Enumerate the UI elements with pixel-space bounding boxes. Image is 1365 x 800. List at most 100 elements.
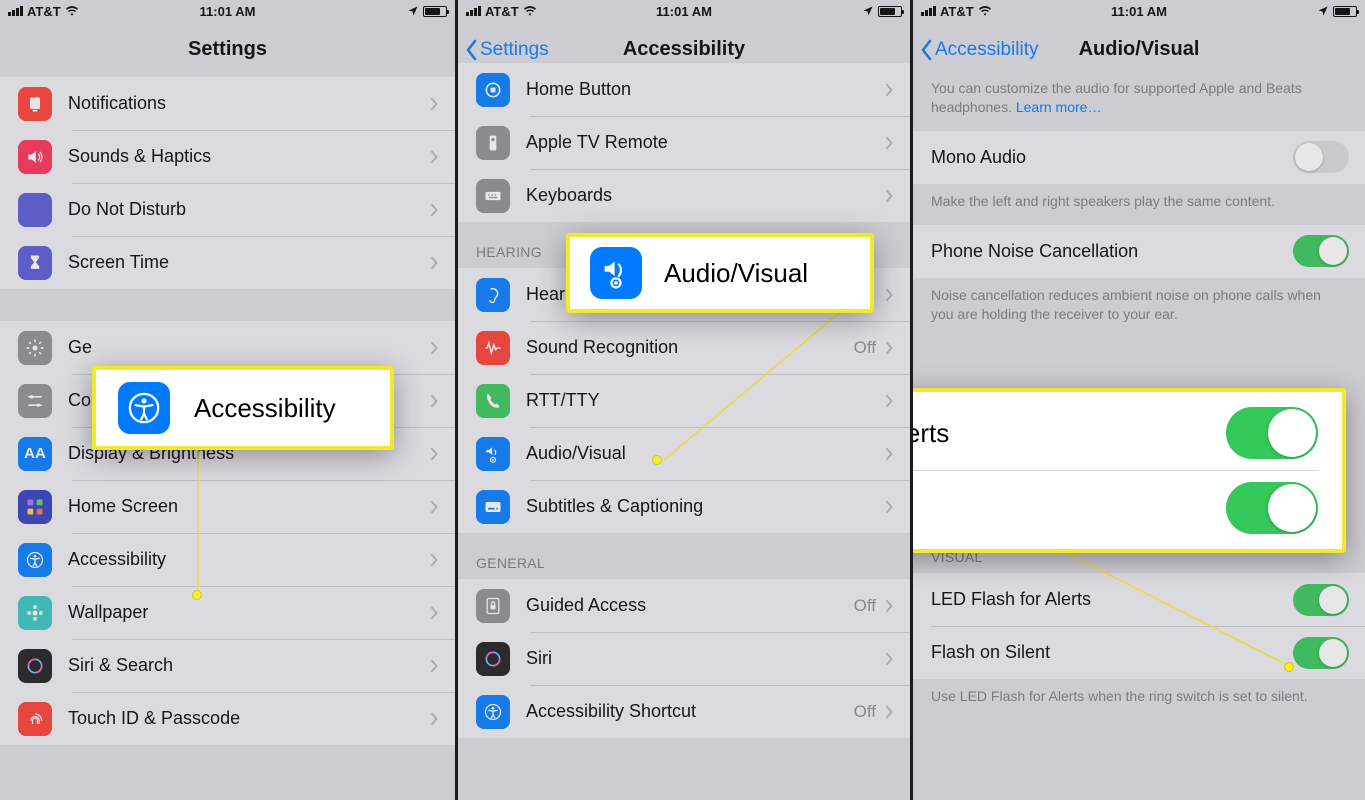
settings-row-wallpaper[interactable]: Wallpaper	[0, 586, 455, 639]
back-label: Settings	[480, 39, 549, 61]
settings-row-apple-tv-remote[interactable]: Apple TV Remote	[458, 116, 910, 169]
row-label: Ge	[68, 337, 429, 358]
row-label: Wallpaper	[68, 602, 429, 623]
keyboard-icon	[476, 179, 510, 213]
toggle-phone-noise-cancellation[interactable]	[1293, 235, 1349, 267]
row-label: Home Screen	[68, 496, 429, 517]
callout-row-label: Flash on Silent	[910, 493, 1226, 524]
nav-bar: Accessibility Audio/Visual	[913, 22, 1365, 77]
settings-row-led-flash-for-alerts: LED Flash for Alerts	[913, 573, 1365, 626]
access-icon	[476, 695, 510, 729]
back-button[interactable]: Settings	[464, 39, 549, 61]
page-title: Accessibility	[623, 38, 745, 61]
visual-note: Use LED Flash for Alerts when the ring s…	[913, 679, 1365, 720]
row-label: Home Button	[526, 79, 884, 100]
callout-audio-visual: Audio/Visual	[566, 233, 874, 313]
settings-row-notifications[interactable]: Notifications	[0, 77, 455, 130]
finger-icon	[18, 702, 52, 736]
row-label: Subtitles & Captioning	[526, 496, 884, 517]
settings-row-siri-search[interactable]: Siri & Search	[0, 639, 455, 692]
settings-row-siri[interactable]: Siri	[458, 632, 910, 685]
settings-row-guided-access[interactable]: Guided AccessOff	[458, 579, 910, 632]
noise-note: Noise cancellation reduces ambient noise…	[913, 278, 1365, 338]
settings-row-rtt-tty[interactable]: RTT/TTY	[458, 374, 910, 427]
settings-row-phone-noise-cancellation: Phone Noise Cancellation	[913, 225, 1365, 278]
accessibility-icon	[118, 382, 170, 434]
settings-row-home-screen[interactable]: Home Screen	[0, 480, 455, 533]
toggle-flash-on-silent[interactable]	[1293, 637, 1349, 669]
row-label: LED Flash for Alerts	[931, 589, 1293, 610]
grid-icon	[18, 490, 52, 524]
row-detail: Off	[854, 702, 876, 722]
row-label: Flash on Silent	[931, 642, 1293, 663]
bell-icon	[18, 87, 52, 121]
row-label: Siri	[526, 648, 884, 669]
row-label: Sounds & Haptics	[68, 146, 429, 167]
settings-row-audio-visual[interactable]: Audio/Visual	[458, 427, 910, 480]
lock-icon	[476, 589, 510, 623]
row-label: Accessibility Shortcut	[526, 701, 854, 722]
row-label: Phone Noise Cancellation	[931, 241, 1293, 262]
screen-audio-visual: AT&T 11:01 AM Accessibility Audio/Visual…	[910, 0, 1365, 800]
settings-row-sounds-haptics[interactable]: Sounds & Haptics	[0, 130, 455, 183]
toggle-led-flash-for-alerts[interactable]	[1293, 584, 1349, 616]
callout-label: Accessibility	[194, 393, 336, 424]
cc-icon	[476, 490, 510, 524]
status-bar: AT&T 11:01 AM	[913, 0, 1365, 22]
hourglass-icon	[18, 246, 52, 280]
settings-row-sound-recognition[interactable]: Sound RecognitionOff	[458, 321, 910, 374]
siri-icon	[18, 649, 52, 683]
clock: 11:01 AM	[0, 4, 455, 19]
screen-settings: AT&T 11:01 AM Settings Notifications Sou…	[0, 0, 455, 800]
row-label: Screen Time	[68, 252, 429, 273]
settings-row-home-button[interactable]: Home Button	[458, 63, 910, 116]
battery-icon	[878, 6, 902, 17]
section-header-general: GENERAL	[458, 533, 910, 579]
settings-row-keyboards[interactable]: Keyboards	[458, 169, 910, 222]
settings-row-accessibility[interactable]: Accessibility	[0, 533, 455, 586]
settings-row-do-not-disturb[interactable]: Do Not Disturb	[0, 183, 455, 236]
learn-more-link[interactable]: Learn more…	[1016, 99, 1102, 115]
status-bar: AT&T 11:01 AM	[458, 0, 910, 22]
page-title: Settings	[188, 38, 267, 61]
ear-icon	[476, 278, 510, 312]
settings-row-touch-id-passcode[interactable]: Touch ID & Passcode	[0, 692, 455, 745]
flash-silent-toggle[interactable]	[1226, 482, 1318, 534]
moon-icon	[18, 193, 52, 227]
gear-icon	[18, 331, 52, 365]
back-label: Accessibility	[935, 39, 1038, 61]
home-icon	[476, 73, 510, 107]
nav-bar: Settings	[0, 22, 455, 77]
callout-led-flash: LED Flash for Alerts Flash on Silent	[910, 388, 1346, 553]
wave-icon	[476, 331, 510, 365]
row-label: Siri & Search	[68, 655, 429, 676]
remote-icon	[476, 126, 510, 160]
row-label: Notifications	[68, 93, 429, 114]
siri-icon	[476, 642, 510, 676]
flower-icon	[18, 596, 52, 630]
settings-row-screen-time[interactable]: Screen Time	[0, 236, 455, 289]
sliders-icon	[18, 384, 52, 418]
back-button[interactable]: Accessibility	[919, 39, 1038, 61]
led-flash-toggle[interactable]	[1226, 407, 1318, 459]
row-label: Mono Audio	[931, 147, 1293, 168]
row-label: Guided Access	[526, 595, 854, 616]
battery-icon	[1333, 6, 1357, 17]
phone-icon	[476, 384, 510, 418]
audio-visual-icon	[590, 247, 642, 299]
row-label: Do Not Disturb	[68, 199, 429, 220]
callout-accessibility: Accessibility	[92, 366, 394, 450]
speaker-icon	[18, 140, 52, 174]
page-title: Audio/Visual	[1079, 38, 1200, 61]
row-detail: Off	[854, 596, 876, 616]
mono-note: Make the left and right speakers play th…	[913, 184, 1365, 225]
row-label: Keyboards	[526, 185, 884, 206]
status-bar: AT&T 11:01 AM	[0, 0, 455, 22]
toggle-mono-audio[interactable]	[1293, 141, 1349, 173]
settings-row-mono-audio: Mono Audio	[913, 131, 1365, 184]
callout-label: Audio/Visual	[664, 258, 808, 289]
row-label: Sound Recognition	[526, 337, 854, 358]
settings-row-accessibility-shortcut[interactable]: Accessibility ShortcutOff	[458, 685, 910, 738]
settings-row-subtitles-captioning[interactable]: Subtitles & Captioning	[458, 480, 910, 533]
row-label: RTT/TTY	[526, 390, 884, 411]
